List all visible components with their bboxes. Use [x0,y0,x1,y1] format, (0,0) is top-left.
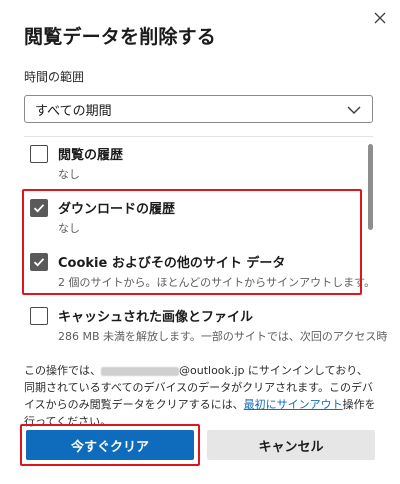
list-item-download-history[interactable]: ダウンロードの履歴 なし [24,194,354,242]
item-subtitle: 286 MB 未満を解放します。一部のサイトでは、次回のアクセス時 [58,330,388,343]
clear-browsing-data-dialog: 閲覧データを削除する 時間の範囲 すべての期間 閲覧の履歴 なし ダウンロードの… [0,0,400,484]
sync-info-text: この操作では、 @outlook.jp にサインインしており、同期されているすべて… [24,364,376,428]
checkmark-icon [33,258,45,267]
sign-out-first-link[interactable]: 最初にサインアウト [244,398,343,411]
browsing-history-checkbox[interactable] [30,145,48,163]
scroll-thumb[interactable] [368,144,373,230]
cookies-checkbox[interactable] [30,253,48,271]
list-item-cached-images[interactable]: キャッシュされた画像とファイル 286 MB 未満を解放します。一部のサイトでは… [24,302,387,344]
list-item-browsing-history[interactable]: 閲覧の履歴 なし [24,140,354,188]
item-subtitle: なし [58,168,80,181]
item-subtitle: なし [58,222,80,235]
list-item-cookies[interactable]: Cookie およびその他のサイト データ 2 個のサイトから。ほとんどのサイト… [24,248,375,296]
close-icon[interactable] [368,6,392,30]
data-type-list[interactable]: 閲覧の履歴 なし ダウンロードの履歴 なし Cookie およびその他のサイト … [0,140,400,344]
item-title: ダウンロードの履歴 [58,202,176,217]
divider [24,136,373,137]
chevron-down-icon [346,102,362,118]
cached-images-checkbox[interactable] [30,307,48,325]
time-range-selected-value: すべての期間 [35,103,112,119]
dialog-title: 閲覧データを削除する [24,26,217,48]
item-title: キャッシュされた画像とファイル [58,310,254,325]
download-history-checkbox[interactable] [30,199,48,217]
checkmark-icon [33,204,45,213]
item-title: 閲覧の履歴 [58,148,124,163]
masked-email [101,366,179,376]
time-range-select[interactable]: すべての期間 [24,95,373,123]
item-title: Cookie およびその他のサイト データ [58,256,286,271]
item-subtitle: 2 個のサイトから。ほとんどのサイトからサインアウトします。 [58,276,376,289]
time-range-label: 時間の範囲 [24,70,85,84]
clear-now-button[interactable]: 今すぐクリア [26,430,194,460]
scrollbar[interactable] [366,140,374,344]
cancel-button[interactable]: キャンセル [207,430,375,460]
